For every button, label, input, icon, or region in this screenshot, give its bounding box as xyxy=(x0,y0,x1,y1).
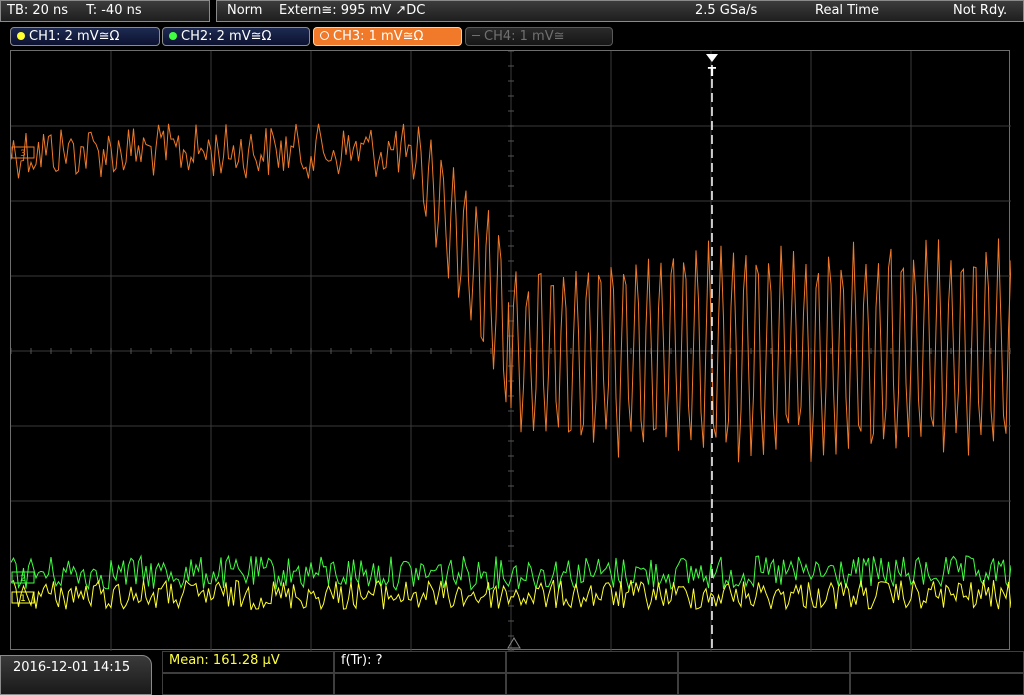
trigger-offset-label: T: -40 ns xyxy=(86,3,142,18)
ch1-marker-label: 1 xyxy=(20,594,26,604)
measurement-slot-7 xyxy=(334,673,506,695)
tab-ch4[interactable]: CH4: 1 mV≅ xyxy=(465,27,613,46)
measurement-slot-10 xyxy=(850,673,1024,695)
datetime-label: 2016-12-01 14:15 xyxy=(13,660,131,675)
status-label: Not Rdy. xyxy=(953,3,1008,18)
trigger-position-icon[interactable]: T xyxy=(706,54,718,79)
measurement-slot-8 xyxy=(506,673,678,695)
rise-time-value: f(Tr): ? xyxy=(341,653,383,668)
measurement-slot-6 xyxy=(162,673,334,695)
ch2-marker-label: 2 xyxy=(20,574,26,584)
measurement-slot-9 xyxy=(678,673,850,695)
acquisition-mode-label: Real Time xyxy=(815,3,879,18)
measurement-slot-5 xyxy=(850,651,1024,673)
datetime-box: 2016-12-01 14:15 xyxy=(0,655,152,695)
waveform-graticule: T 3 2 1 xyxy=(11,51,1011,651)
waveform-display[interactable]: T 3 2 1 xyxy=(10,50,1011,651)
tab-ch2[interactable]: CH2: 2 mV≅Ω xyxy=(162,27,310,46)
mean-value: Mean: 161.28 µV xyxy=(169,653,280,668)
measurement-slot-4 xyxy=(678,651,850,673)
ch3-marker-label: 3 xyxy=(20,149,26,159)
sample-rate-label: 2.5 GSa/s xyxy=(695,3,758,18)
ch1-label: CH1: 2 mV≅Ω xyxy=(29,29,120,44)
mean-measurement[interactable]: Mean: 161.28 µV xyxy=(162,651,334,673)
timebase-label: TB: 20 ns xyxy=(7,3,69,18)
trigger-marker-label: T xyxy=(708,65,717,79)
trigger-source-label: Extern≅: 995 mV ↗DC xyxy=(279,3,426,18)
status-bar: TB: 20 ns T: -40 ns Norm Extern≅: 995 mV… xyxy=(0,0,1024,24)
ch3-indicator-icon xyxy=(320,31,329,40)
tab-ch1[interactable]: CH1: 2 mV≅Ω xyxy=(10,27,160,46)
measurement-panel: Mean: 161.28 µV f(Tr): ? xyxy=(162,651,1024,695)
ch2-label: CH2: 2 mV≅Ω xyxy=(181,29,272,44)
ch2-indicator-icon xyxy=(169,31,177,40)
ch1-level-marker[interactable]: 1 xyxy=(11,591,35,604)
trigger-mode-label: Norm xyxy=(227,3,263,18)
center-reference-icon xyxy=(507,637,521,649)
timebase-box[interactable]: TB: 20 ns T: -40 ns xyxy=(0,0,210,22)
ch1-indicator-icon xyxy=(17,31,25,40)
channel-tabs: CH1: 2 mV≅Ω CH2: 2 mV≅Ω CH3: 1 mV≅Ω CH4:… xyxy=(0,26,1024,48)
measurement-slot-3 xyxy=(506,651,678,673)
rise-time-measurement[interactable]: f(Tr): ? xyxy=(334,651,506,673)
ch4-indicator-icon xyxy=(472,35,480,36)
ch3-label: CH3: 1 mV≅Ω xyxy=(333,29,424,44)
ch2-level-marker[interactable]: 2 xyxy=(11,571,35,584)
ch4-label: CH4: 1 mV≅ xyxy=(484,29,565,44)
tab-ch3[interactable]: CH3: 1 mV≅Ω xyxy=(313,27,462,46)
acquisition-box[interactable]: Norm Extern≅: 995 mV ↗DC 2.5 GSa/s Real … xyxy=(216,0,1024,22)
